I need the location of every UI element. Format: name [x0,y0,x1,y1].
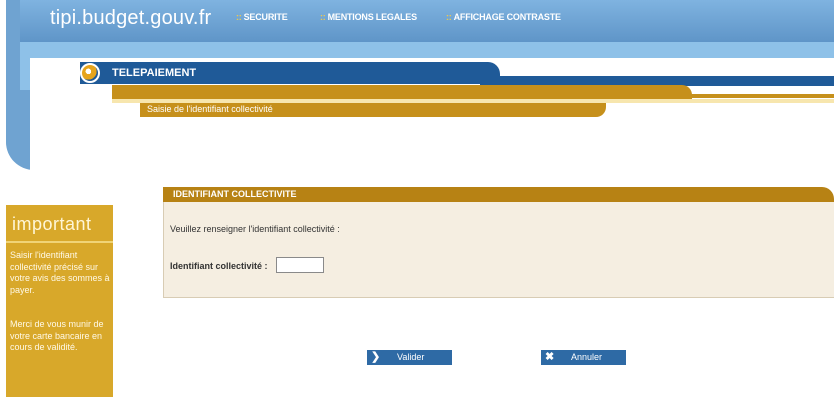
form-card-header: IDENTIFIANT COLLECTIVITE [163,187,834,202]
section-circle-icon [80,63,100,83]
validate-label: Valider [397,352,425,362]
cancel-label: Annuler [571,352,603,362]
breadcrumb-text: Saisie de l'identifiant collectivité [147,104,273,114]
important-paragraph: Merci de vous munir de votre carte banca… [10,319,104,352]
site-title[interactable]: tipi.budget.gouv.fr [50,7,211,30]
nav-bullet-icon: :: [446,12,452,22]
nav-label: MENTIONS LEGALES [327,12,418,22]
nav-bullet-icon: :: [236,12,242,22]
arrow-right-icon: ❯ [371,351,381,363]
important-divider [6,241,113,243]
important-panel: important Saisir l'identifiant collectiv… [6,205,113,397]
gold-band [112,85,692,99]
form-prompt: Veuillez renseigner l'identifiant collec… [170,224,340,234]
nav-securite[interactable]: :: SECURITE [236,12,288,22]
close-icon: ✖ [545,351,555,363]
nav-mentions-legales[interactable]: :: MENTIONS LEGALES [320,12,417,22]
nav-affichage-contraste[interactable]: :: AFFICHAGE CONTRASTE [446,12,561,22]
gold-band-extension [690,94,834,98]
identifiant-input[interactable] [276,257,324,273]
form-card-title: IDENTIFIANT COLLECTIVITE [173,189,297,199]
important-title: important [12,214,92,234]
inner-white-gap [112,103,142,173]
section-title: TELEPAIEMENT [112,67,197,79]
nav-label: AFFICHAGE CONTRASTE [453,12,561,22]
nav-bullet-icon: :: [320,12,326,22]
cancel-button[interactable]: ✖ Annuler [541,350,626,365]
form-card-body: Veuillez renseigner l'identifiant collec… [163,202,834,298]
identifiant-label: Identifiant collectivité : [170,261,268,271]
nav-label: SECURITE [243,12,288,22]
important-paragraph: Saisir l'identifiant collectivité précis… [10,250,110,295]
validate-button[interactable]: ❯ Valider [367,350,452,365]
